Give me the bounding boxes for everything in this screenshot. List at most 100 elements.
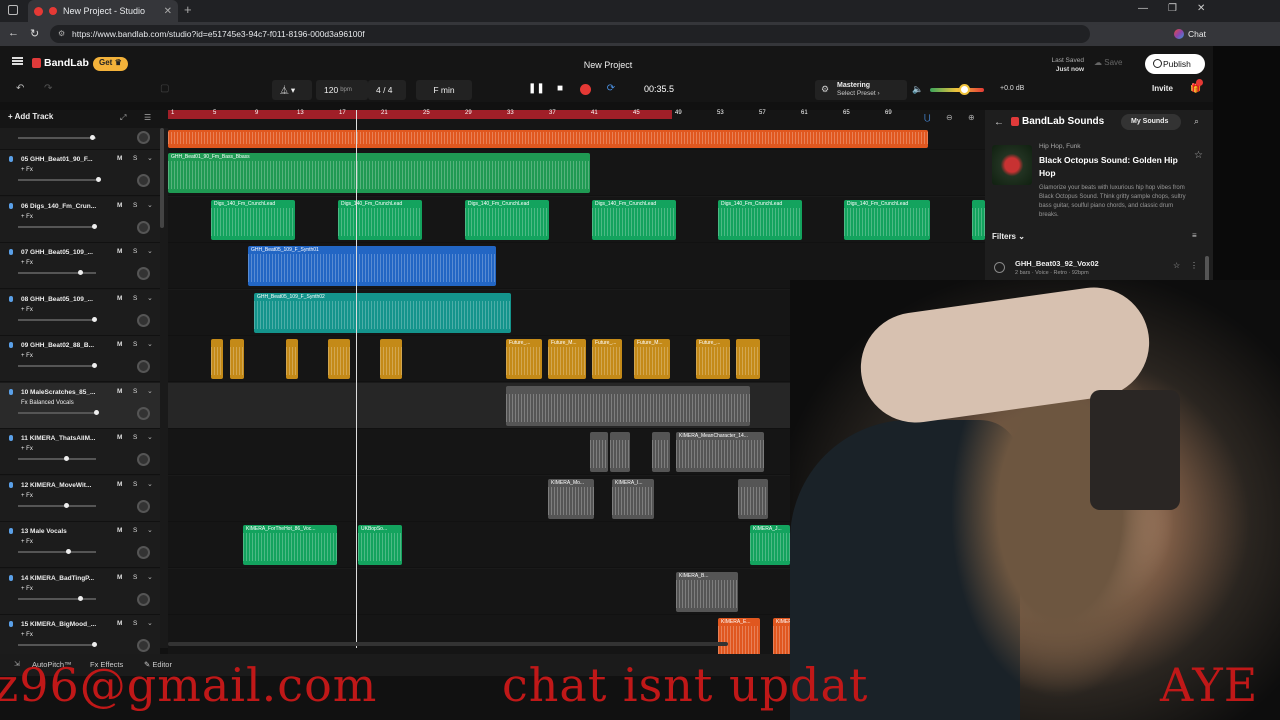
reload-icon[interactable]: ↻: [30, 27, 39, 40]
track-header-14[interactable]: 14 KIMERA_BadTingP... + Fx M S ⌄: [0, 568, 160, 615]
clip[interactable]: Digs_140_Fm_CrunchLead: [211, 199, 295, 240]
save-button[interactable]: ☁ Save: [1094, 58, 1122, 67]
track-header-12[interactable]: 12 KIMERA_MoveWit... + Fx M S ⌄: [0, 475, 160, 522]
solo-button[interactable]: S: [133, 248, 137, 255]
track-header-06[interactable]: 06 Digs_140_Fm_Crun... + Fx M S ⌄: [0, 196, 160, 243]
sound-item[interactable]: GHH_Beat03_92_Vox02 2 bars · Voice · Ret…: [985, 254, 1213, 280]
chevron-down-icon[interactable]: ⌄: [147, 433, 153, 441]
volume-knob[interactable]: [92, 223, 97, 229]
gift-icon[interactable]: 🎁: [1190, 79, 1203, 94]
my-sounds-button[interactable]: My Sounds: [1121, 114, 1181, 130]
track-fx-button[interactable]: + Fx: [21, 632, 33, 638]
hamburger-menu-icon[interactable]: [12, 57, 23, 65]
solo-button[interactable]: S: [133, 527, 137, 534]
track-fx-button[interactable]: + Fx: [21, 446, 33, 452]
bandlab-logo[interactable]: BandLab: [32, 57, 89, 69]
project-title[interactable]: New Project: [540, 60, 676, 70]
mute-button[interactable]: M: [117, 202, 122, 209]
clip[interactable]: [211, 339, 223, 379]
clip[interactable]: GHH_Beat01_90_Fm_Bass_Bbass: [168, 153, 590, 193]
volume-slider[interactable]: [18, 504, 96, 507]
solo-button[interactable]: S: [133, 202, 137, 209]
track-fx-button[interactable]: + Fx: [21, 260, 33, 266]
input-mic-icon[interactable]: [9, 435, 13, 441]
maximize-icon[interactable]: ❐: [1168, 3, 1177, 14]
volume-knob[interactable]: [96, 177, 101, 182]
master-volume-knob[interactable]: [959, 84, 970, 95]
track-fx-button[interactable]: + Fx: [21, 586, 33, 592]
volume-slider[interactable]: [18, 225, 96, 228]
mute-button[interactable]: M: [117, 620, 122, 627]
filters-dropdown[interactable]: Filters ⌄: [992, 232, 1025, 241]
volume-knob[interactable]: [94, 409, 99, 415]
clip[interactable]: KIMERA_MeanCharacter_14...: [676, 432, 764, 472]
clip[interactable]: Future_...: [506, 339, 542, 379]
track-fx-button[interactable]: + Fx: [21, 214, 33, 220]
volume-knob[interactable]: [64, 456, 69, 461]
clip[interactable]: Future_...: [592, 339, 622, 379]
clip[interactable]: [506, 385, 750, 426]
clip[interactable]: KIMERA_E...: [718, 618, 760, 658]
redo-icon[interactable]: ↷: [44, 83, 52, 94]
pan-knob[interactable]: [137, 639, 150, 652]
invite-button[interactable]: Invite: [1152, 84, 1173, 93]
publish-button[interactable]: Publish: [1145, 54, 1205, 74]
favorite-pack-icon[interactable]: ☆: [1194, 150, 1203, 161]
volume-knob[interactable]: [66, 549, 71, 554]
add-track-button[interactable]: + Add Track: [8, 112, 53, 121]
pan-knob[interactable]: [137, 453, 150, 466]
volume-slider[interactable]: [18, 179, 96, 181]
clip[interactable]: [328, 339, 350, 379]
zoom-out-icon[interactable]: ⊖: [946, 113, 953, 122]
volume-slider[interactable]: [18, 411, 96, 414]
chevron-down-icon[interactable]: ⌄: [147, 154, 153, 162]
volume-slider[interactable]: [18, 458, 96, 460]
track-header-09[interactable]: 09 GHH_Beat02_88_B... + Fx M S ⌄: [0, 336, 160, 382]
clip[interactable]: GHH_Beat05_109_F_Synth01: [248, 246, 496, 286]
solo-button[interactable]: S: [133, 574, 137, 581]
input-mic-icon[interactable]: [9, 342, 13, 348]
input-mic-icon[interactable]: [9, 574, 13, 581]
browser-tab[interactable]: New Project - Studio ✕: [28, 0, 178, 22]
pack-artwork[interactable]: [992, 145, 1032, 185]
solo-button[interactable]: S: [133, 295, 137, 302]
mute-button[interactable]: M: [117, 388, 122, 395]
track-fx-button[interactable]: Fx Balanced Vocals: [21, 400, 74, 406]
track-lane-06[interactable]: Digs_140_Fm_CrunchLead Digs_140_Fm_Crunch…: [168, 196, 985, 243]
volume-knob[interactable]: [78, 595, 83, 601]
playhead[interactable]: [356, 110, 357, 648]
track-fx-button[interactable]: + Fx: [21, 167, 33, 173]
time-signature-field[interactable]: 4 / 4: [368, 80, 406, 100]
clip[interactable]: [610, 432, 630, 472]
chevron-down-icon[interactable]: ⌄: [147, 387, 153, 395]
input-mic-icon[interactable]: [9, 528, 13, 534]
back-icon[interactable]: ←: [8, 27, 19, 39]
pack-name[interactable]: Black Octopus Sound: Golden Hip Hop: [1039, 154, 1189, 180]
clip[interactable]: [738, 478, 768, 519]
volume-knob[interactable]: [90, 135, 95, 140]
volume-knob[interactable]: [78, 270, 83, 275]
search-icon[interactable]: ⌕: [1194, 116, 1199, 127]
track-header-07[interactable]: 07 GHH_Beat05_109_... + Fx M S ⌄: [0, 243, 160, 289]
pause-button[interactable]: ❚❚: [528, 83, 545, 97]
input-mic-icon[interactable]: [9, 388, 13, 395]
pan-knob[interactable]: [137, 499, 150, 513]
input-mic-icon[interactable]: [9, 249, 13, 255]
pan-knob[interactable]: [137, 131, 150, 144]
minimize-icon[interactable]: —: [1138, 3, 1148, 14]
automation-icon[interactable]: ⤢: [120, 113, 126, 123]
track-name[interactable]: 15 KIMERA_BigMood_...: [21, 621, 96, 628]
chevron-down-icon[interactable]: ⌄: [147, 573, 153, 581]
input-mic-icon[interactable]: [9, 481, 13, 488]
track-fx-button[interactable]: + Fx: [21, 493, 33, 499]
track-name[interactable]: 09 GHH_Beat02_88_B...: [21, 342, 94, 349]
solo-button[interactable]: S: [133, 481, 137, 488]
new-tab-icon[interactable]: +: [184, 2, 192, 17]
clip[interactable]: Future_M...: [634, 339, 670, 379]
solo-button[interactable]: S: [133, 341, 137, 348]
mastering-button[interactable]: ⚙ Mastering Select Preset ›: [815, 80, 907, 100]
site-info-icon[interactable]: ⚙: [58, 29, 65, 38]
mute-button[interactable]: M: [117, 527, 122, 534]
track-name[interactable]: 07 GHH_Beat05_109_...: [21, 249, 93, 256]
track-name[interactable]: 11 KIMERA_ThatsAllM...: [21, 435, 95, 442]
